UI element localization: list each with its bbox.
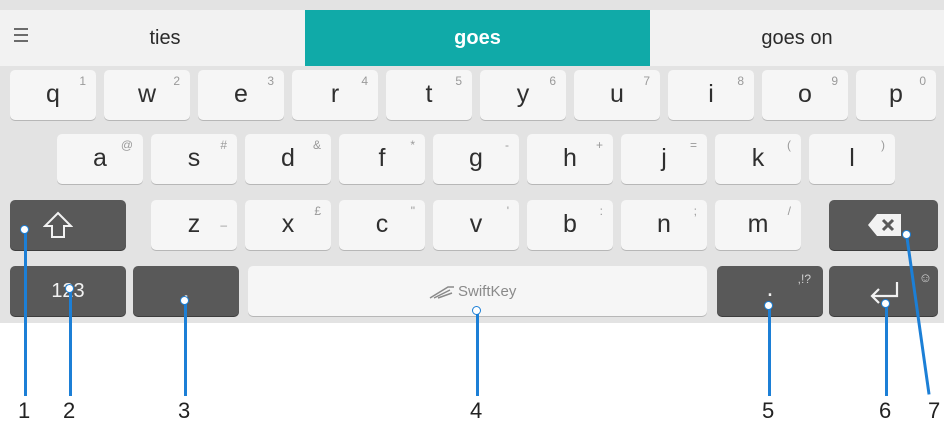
key-a[interactable]: a @ bbox=[57, 134, 143, 184]
callout-line-4 bbox=[476, 310, 479, 396]
callout-line-2 bbox=[69, 288, 72, 396]
key-x[interactable]: x £ bbox=[245, 200, 331, 250]
callout-dot-6 bbox=[881, 299, 890, 308]
shift-icon bbox=[43, 211, 73, 238]
key-h[interactable]: h + bbox=[527, 134, 613, 184]
key-j[interactable]: j = bbox=[621, 134, 707, 184]
enter-key[interactable]: ☺ bbox=[829, 266, 938, 316]
callout-line-3 bbox=[184, 300, 187, 396]
key-n[interactable]: n; bbox=[621, 200, 707, 250]
suggestion-bar: ties goes goes on bbox=[0, 10, 944, 66]
key-q[interactable]: q1 bbox=[10, 70, 96, 120]
callout-number-5: 5 bbox=[762, 398, 775, 423]
key-f[interactable]: f * bbox=[339, 134, 425, 184]
backspace-icon bbox=[868, 214, 901, 236]
key-o[interactable]: o9 bbox=[762, 70, 848, 120]
key-w[interactable]: w2 bbox=[104, 70, 190, 120]
callout-line-6 bbox=[885, 303, 888, 396]
callout-dot-5 bbox=[764, 301, 773, 310]
key-d[interactable]: d & bbox=[245, 134, 331, 184]
space-brand-label: SwiftKey bbox=[458, 283, 517, 300]
callout-dot-4 bbox=[472, 306, 481, 315]
suggestion-right[interactable]: goes on bbox=[650, 10, 944, 66]
callout-line-1 bbox=[24, 229, 27, 396]
key-g[interactable]: g- bbox=[433, 134, 519, 184]
menu-icon[interactable] bbox=[14, 28, 28, 46]
key-c[interactable]: c " bbox=[339, 200, 425, 250]
keyboard: ties goes goes on q1 w2 e3 r4 t5 y6 u7 i… bbox=[0, 0, 944, 323]
callout-dot-2 bbox=[65, 284, 74, 293]
callout-line-5 bbox=[768, 305, 771, 396]
swiftkey-logo-icon bbox=[429, 286, 454, 299]
key-e[interactable]: e3 bbox=[198, 70, 284, 120]
key-r[interactable]: r4 bbox=[292, 70, 378, 120]
suggestion-middle[interactable]: goes bbox=[305, 10, 650, 66]
callout-dot-7 bbox=[902, 230, 911, 239]
callout-number-7: 7 bbox=[928, 398, 941, 423]
callout-dot-3 bbox=[180, 296, 189, 305]
callout-number-4: 4 bbox=[470, 398, 483, 423]
key-s[interactable]: s # bbox=[151, 134, 237, 184]
key-l[interactable]: l) bbox=[809, 134, 895, 184]
shift-key[interactable] bbox=[10, 200, 126, 250]
suggestion-left[interactable]: ties bbox=[30, 10, 300, 66]
key-t[interactable]: t5 bbox=[386, 70, 472, 120]
key-m[interactable]: m / bbox=[715, 200, 801, 250]
callout-number-2: 2 bbox=[63, 398, 76, 423]
key-b[interactable]: b: bbox=[527, 200, 613, 250]
key-u[interactable]: u7 bbox=[574, 70, 660, 120]
key-k[interactable]: k( bbox=[715, 134, 801, 184]
backspace-key[interactable] bbox=[829, 200, 938, 250]
callout-number-1: 1 bbox=[18, 398, 31, 423]
key-z[interactable]: z – bbox=[151, 200, 237, 250]
callout-number-3: 3 bbox=[178, 398, 191, 423]
key-p[interactable]: p0 bbox=[856, 70, 936, 120]
callout-dot-1 bbox=[20, 225, 29, 234]
key-y[interactable]: y6 bbox=[480, 70, 566, 120]
key-i[interactable]: i8 bbox=[668, 70, 754, 120]
key-v[interactable]: v ' bbox=[433, 200, 519, 250]
callout-number-6: 6 bbox=[879, 398, 892, 423]
